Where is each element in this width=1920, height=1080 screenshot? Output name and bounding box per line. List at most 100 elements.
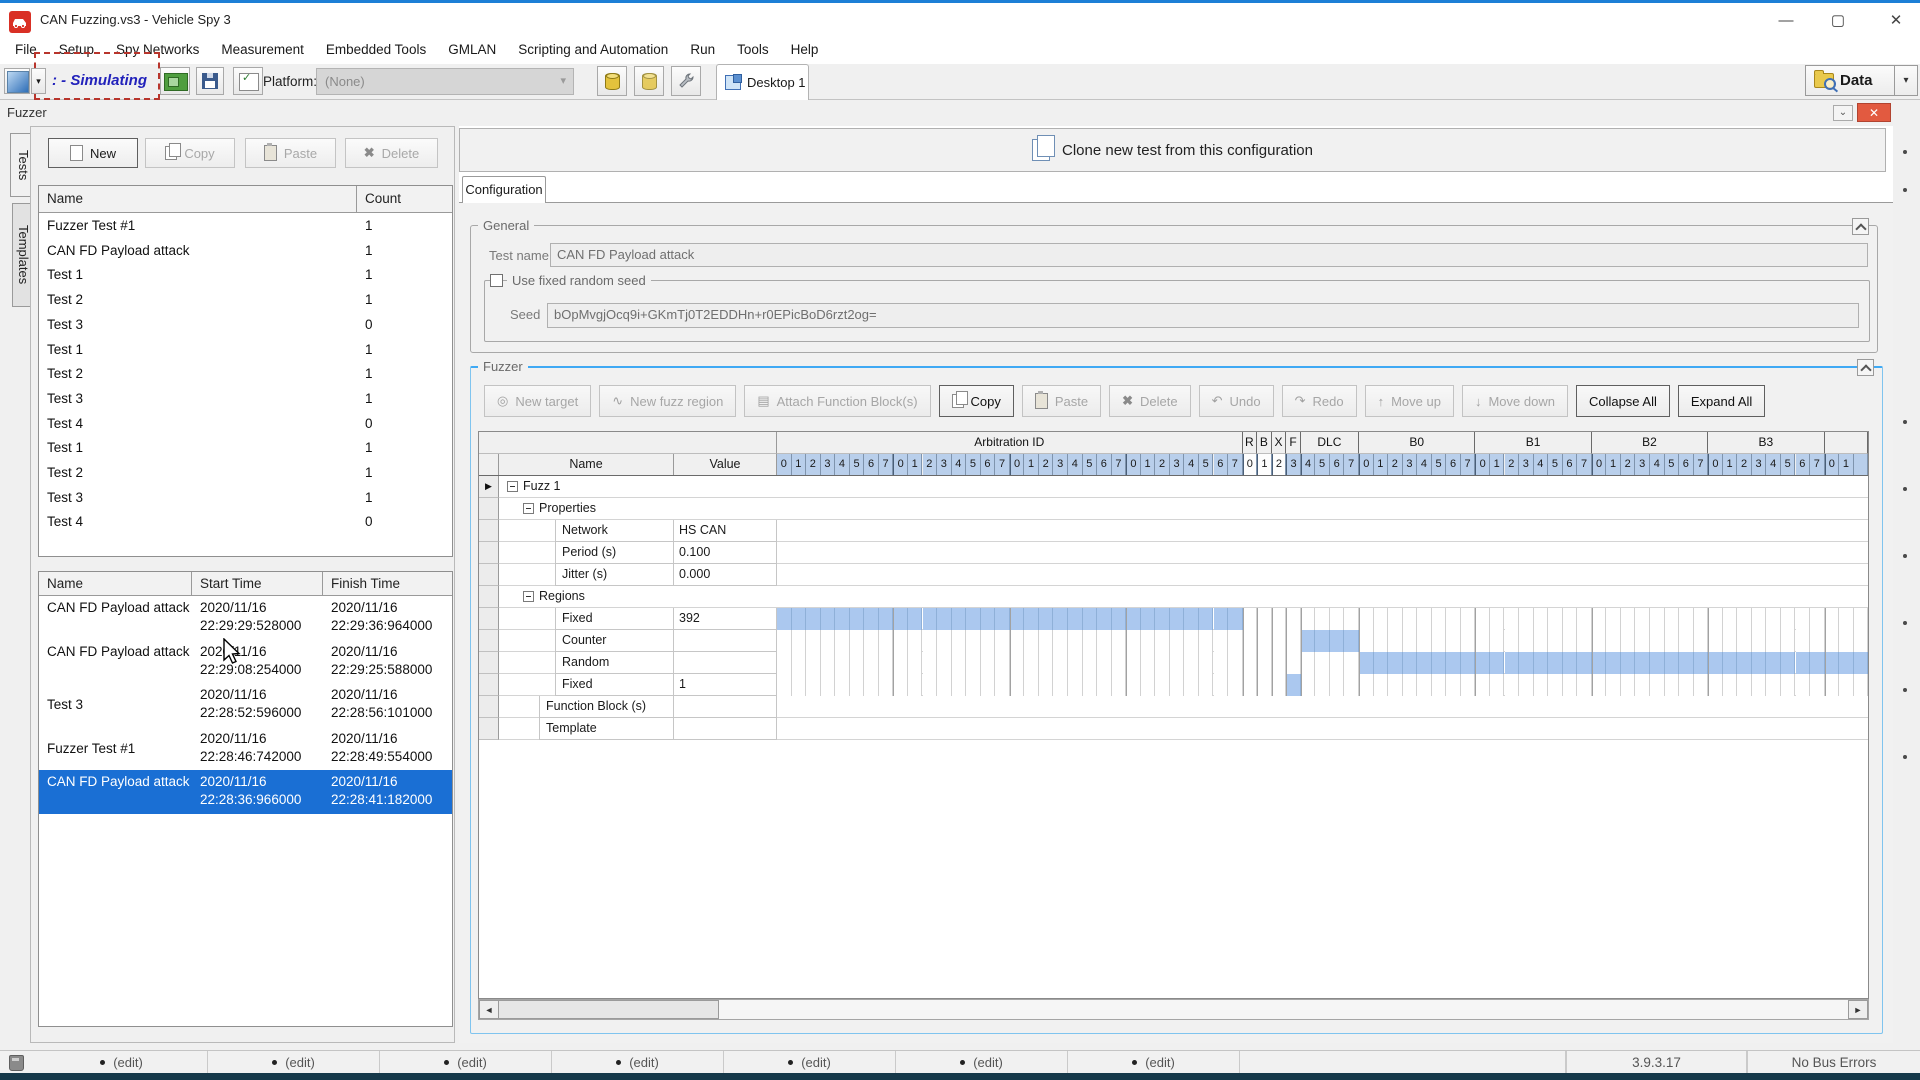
bit-cell[interactable]	[1548, 674, 1563, 696]
bit-cell[interactable]	[1490, 630, 1505, 652]
bit-cell[interactable]	[1796, 652, 1811, 674]
menu-item-run[interactable]: Run	[679, 36, 726, 64]
bit-cell[interactable]	[1112, 630, 1127, 652]
bit-cell[interactable]	[893, 630, 908, 652]
menu-item-embedded-tools[interactable]: Embedded Tools	[315, 36, 437, 64]
scroll-left-icon[interactable]: ◄	[479, 1000, 499, 1019]
bit-cell[interactable]	[1417, 608, 1432, 630]
table-row[interactable]: Test 21	[39, 361, 452, 386]
row-selector-cell[interactable]	[479, 718, 499, 740]
bit-cell[interactable]	[1781, 674, 1796, 696]
bit-cell[interactable]	[937, 652, 952, 674]
row-value-cell[interactable]	[674, 718, 777, 740]
bit-cell[interactable]	[1708, 630, 1723, 652]
bit-cell[interactable]	[1388, 652, 1403, 674]
bit-cell[interactable]	[1621, 608, 1636, 630]
bit-cell[interactable]	[1461, 630, 1476, 652]
bit-cell[interactable]	[1388, 608, 1403, 630]
column-header-finish-time[interactable]: Finish Time	[323, 572, 453, 596]
bit-cell[interactable]	[1359, 608, 1374, 630]
bit-cell[interactable]	[1505, 630, 1520, 652]
bit-cell[interactable]	[1330, 630, 1345, 652]
bit-cell[interactable]	[893, 674, 908, 696]
bit-cell[interactable]	[1461, 608, 1476, 630]
grid-horizontal-scrollbar[interactable]: ◄ ►	[478, 999, 1869, 1020]
bit-cell[interactable]	[1359, 652, 1374, 674]
row-selector-cell[interactable]	[479, 586, 499, 608]
bit-cell[interactable]	[777, 674, 792, 696]
bit-cell[interactable]	[1563, 630, 1578, 652]
bit-cell[interactable]	[879, 674, 894, 696]
row-name-cell[interactable]: Counter	[555, 630, 674, 652]
bit-cell[interactable]	[879, 608, 894, 630]
bit-cell[interactable]	[908, 674, 923, 696]
bit-cell[interactable]	[1577, 652, 1592, 674]
bit-cell[interactable]	[1708, 652, 1723, 674]
bit-cell[interactable]	[1097, 630, 1112, 652]
bit-cell[interactable]	[1243, 608, 1258, 630]
bit-cell[interactable]	[1592, 630, 1607, 652]
bit-cell[interactable]	[1155, 652, 1170, 674]
row-value-cell[interactable]: 1	[674, 674, 777, 696]
column-header-name[interactable]: Name	[39, 572, 192, 596]
grid-row-template[interactable]: Template	[479, 718, 1869, 740]
fuzzer-collapse-icon[interactable]	[1857, 359, 1874, 376]
bit-cell[interactable]	[1257, 608, 1272, 630]
bit-cell[interactable]	[1650, 674, 1665, 696]
bit-cell[interactable]	[1708, 608, 1723, 630]
bit-cell[interactable]	[1548, 630, 1563, 652]
table-row[interactable]: Test 21	[39, 287, 452, 312]
bit-cell[interactable]	[1272, 674, 1287, 696]
bit-cell[interactable]	[1272, 652, 1287, 674]
bit-cell[interactable]	[821, 630, 836, 652]
menu-item-help[interactable]: Help	[780, 36, 830, 64]
bit-cell[interactable]	[1315, 674, 1330, 696]
clone-test-button[interactable]: Clone new test from this configuration	[459, 128, 1886, 172]
bit-cell[interactable]	[1068, 608, 1083, 630]
bit-cell[interactable]	[1534, 608, 1549, 630]
bit-cell[interactable]	[1417, 630, 1432, 652]
bit-cell[interactable]	[923, 674, 938, 696]
mode-dropdown-icon[interactable]: ▾	[31, 68, 46, 94]
bit-cell[interactable]	[966, 674, 981, 696]
bit-cell[interactable]	[1810, 608, 1825, 630]
bit-cell[interactable]	[1563, 608, 1578, 630]
grid-row-function-block-s-[interactable]: Function Block (s)	[479, 696, 1869, 718]
bit-cell[interactable]	[864, 652, 879, 674]
seed-field[interactable]: bOpMvgjOcq9i+GKmTj0T2EDDHn+r0EPicBoD6rzt…	[547, 303, 1859, 328]
bit-cell[interactable]	[1519, 674, 1534, 696]
row-value-cell[interactable]	[674, 696, 777, 718]
bit-cell[interactable]	[1577, 674, 1592, 696]
bit-cell[interactable]	[1650, 652, 1665, 674]
row-selector-cell[interactable]	[479, 608, 499, 630]
data-button[interactable]: Data ▾	[1805, 65, 1918, 96]
bit-cell[interactable]	[1053, 608, 1068, 630]
bit-cell[interactable]	[1694, 652, 1709, 674]
panel-collapse-icon[interactable]: ⌄	[1833, 105, 1853, 121]
row-value-cell[interactable]: 0.000	[674, 564, 777, 586]
bit-cell[interactable]	[937, 674, 952, 696]
table-row[interactable]: Test 31	[39, 485, 452, 510]
platform-select[interactable]: (None)▾	[316, 68, 574, 95]
grid-row-properties[interactable]: Properties	[479, 498, 1869, 520]
bit-cell[interactable]	[1446, 608, 1461, 630]
bit-cell[interactable]	[1796, 608, 1811, 630]
bit-cell[interactable]	[1665, 674, 1680, 696]
bit-cell[interactable]	[1083, 630, 1098, 652]
bit-cell[interactable]	[1010, 652, 1025, 674]
bit-cell[interactable]	[1126, 652, 1141, 674]
row-value-cell[interactable]	[674, 652, 777, 674]
bit-cell[interactable]	[850, 608, 865, 630]
bit-cell[interactable]	[821, 652, 836, 674]
bit-cell[interactable]	[1679, 652, 1694, 674]
bit-cell[interactable]	[1097, 652, 1112, 674]
bit-cell[interactable]	[1374, 630, 1389, 652]
grid-row-jitter-s-[interactable]: Jitter (s)0.000	[479, 564, 1869, 586]
bit-cell[interactable]	[1723, 674, 1738, 696]
bit-cell[interactable]	[1796, 630, 1811, 652]
row-selector-cell[interactable]	[479, 520, 499, 542]
bit-cell[interactable]	[1432, 630, 1447, 652]
bit-cell[interactable]	[1810, 630, 1825, 652]
bit-cell[interactable]	[981, 652, 996, 674]
wrench-icon[interactable]	[671, 66, 701, 96]
